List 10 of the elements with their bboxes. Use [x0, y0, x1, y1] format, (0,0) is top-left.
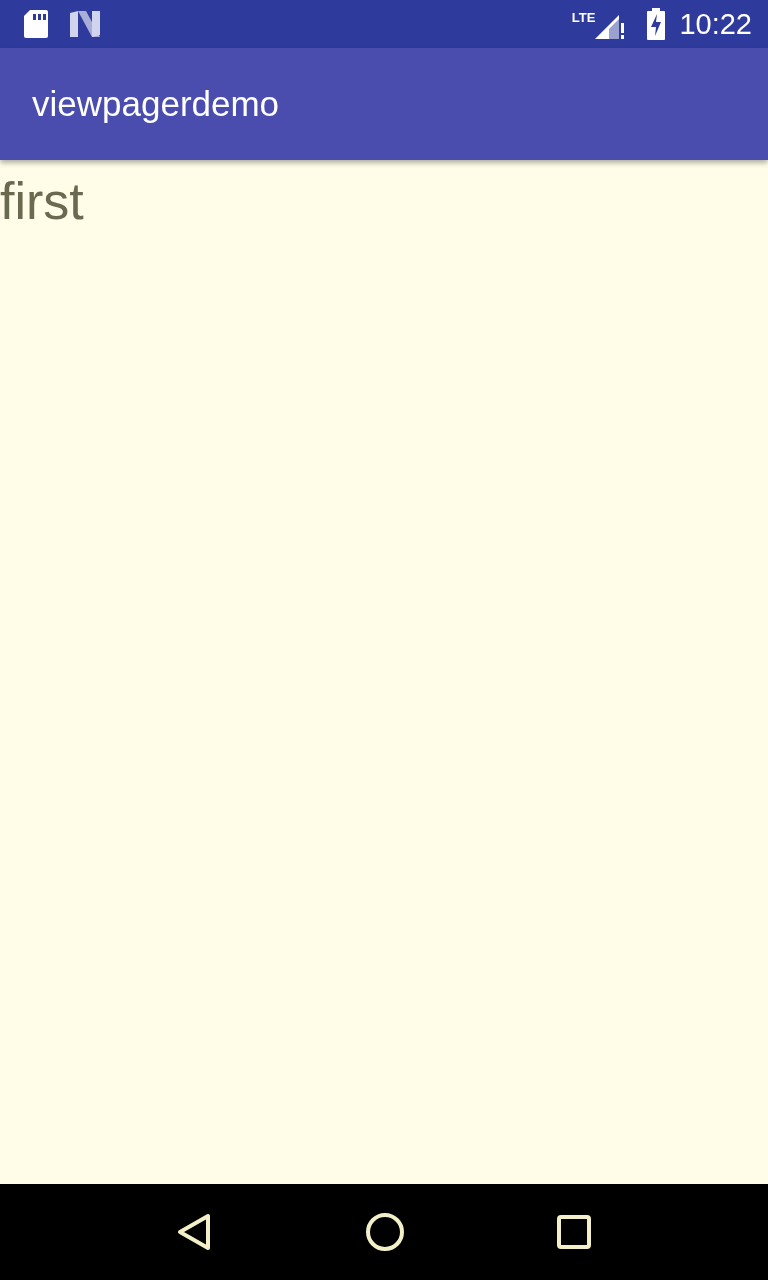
home-icon[interactable] — [366, 1213, 404, 1251]
recents-icon[interactable] — [557, 1215, 592, 1249]
back-icon[interactable] — [176, 1213, 213, 1251]
network-type-label: LTE — [571, 10, 596, 25]
battery-charging-icon — [647, 8, 666, 40]
sd-card-icon — [24, 10, 48, 38]
n-logo-icon — [70, 11, 100, 37]
page-text: first — [0, 174, 84, 229]
app-title: viewpagerdemo — [32, 84, 280, 124]
clock-time: 10:22 — [679, 7, 752, 41]
